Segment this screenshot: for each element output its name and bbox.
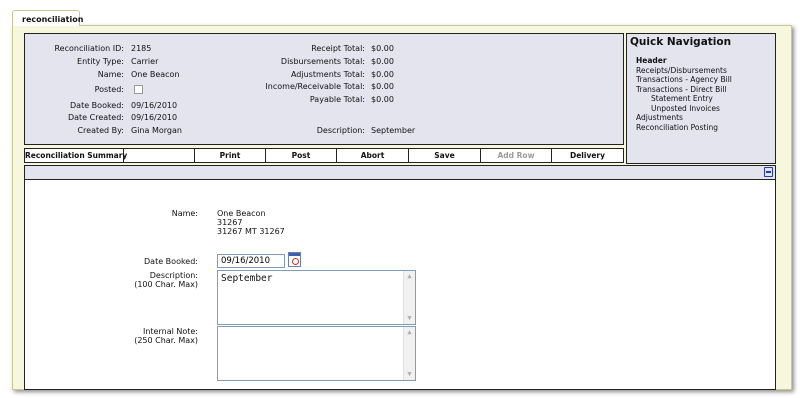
internal-note-textarea[interactable]: ▲ ▼ xyxy=(217,326,416,381)
disbursements-total-value: $0.00 xyxy=(371,57,394,66)
toolbar-spacer xyxy=(124,149,195,162)
receipt-total-label: Receipt Total: xyxy=(311,44,365,53)
nav-link-header[interactable]: Header xyxy=(636,56,732,66)
nav-link-unposted-invoices[interactable]: Unposted Invoices xyxy=(636,104,732,114)
post-button[interactable]: Post xyxy=(266,149,337,162)
form-internal-note-label: Internal Note: xyxy=(142,327,198,336)
date-booked-input[interactable] xyxy=(217,254,285,268)
scroll-down-icon[interactable]: ▼ xyxy=(404,313,415,324)
description-text: September xyxy=(221,273,273,284)
created-by-value: Gina Morgan xyxy=(131,126,182,135)
name-label: Name: xyxy=(97,70,124,79)
form-name-line-3: 31267 MT 31267 xyxy=(217,227,285,236)
form-internal-note-hint: (250 Char. Max) xyxy=(134,336,198,345)
disbursements-total-label: Disbursements Total: xyxy=(280,57,365,66)
form-name-line-2: 31267 xyxy=(217,218,243,227)
name-value: One Beacon xyxy=(131,70,180,79)
nav-link-adjustments[interactable]: Adjustments xyxy=(636,113,732,123)
action-toolbar: Reconciliation Summary Print Post Abort … xyxy=(24,148,624,163)
reconciliation-id-label: Reconciliation ID: xyxy=(54,44,124,53)
print-button[interactable]: Print xyxy=(195,149,266,162)
created-by-label: Created By: xyxy=(77,126,124,135)
form-name-line-1: One Beacon xyxy=(217,209,266,218)
description-value: September xyxy=(371,126,416,135)
entity-type-label: Entity Type: xyxy=(77,57,124,66)
add-row-button[interactable]: Add Row xyxy=(481,149,552,162)
entity-type-value: Carrier xyxy=(131,57,159,66)
scroll-up-icon[interactable]: ▲ xyxy=(404,271,415,282)
posted-label: Posted: xyxy=(94,85,124,94)
adjustments-total-value: $0.00 xyxy=(371,70,394,79)
adjustments-total-label: Adjustments Total: xyxy=(290,70,365,79)
minimize-icon[interactable] xyxy=(764,167,773,177)
posted-checkbox[interactable] xyxy=(134,85,143,94)
nav-link-reconciliation-posting[interactable]: Reconciliation Posting xyxy=(636,123,732,133)
form-description-hint: (100 Char. Max) xyxy=(134,280,198,289)
date-booked-value: 09/16/2010 xyxy=(131,101,178,110)
form-date-booked-label: Date Booked: xyxy=(144,257,198,266)
nav-link-receipts-disbursements[interactable]: Receipts/Disbursements xyxy=(636,66,732,76)
form-description-label: Description: xyxy=(149,271,198,280)
payable-total-value: $0.00 xyxy=(371,95,394,104)
income-receivable-total-label: Income/Receivable Total: xyxy=(265,82,365,91)
quick-navigation-title: Quick Navigation xyxy=(630,36,732,48)
quick-navigation-panel: Quick Navigation Header Receipts/Disburs… xyxy=(626,33,776,164)
delivery-button[interactable]: Delivery xyxy=(552,149,623,162)
nav-link-transactions-agency-bill[interactable]: Transactions - Agency Bill xyxy=(636,75,732,85)
reconciliation-summary-label: Reconciliation Summary xyxy=(25,149,128,162)
calendar-icon[interactable] xyxy=(288,252,301,267)
description-scrollbar[interactable]: ▲ ▼ xyxy=(403,271,415,324)
date-created-value: 09/16/2010 xyxy=(131,113,178,122)
description-label: Description: xyxy=(316,126,365,135)
payable-total-label: Payable Total: xyxy=(309,95,365,104)
nav-link-statement-entry[interactable]: Statement Entry xyxy=(636,94,732,104)
nav-link-transactions-direct-bill[interactable]: Transactions - Direct Bill xyxy=(636,85,732,95)
abort-button[interactable]: Abort xyxy=(337,149,409,162)
tab-reconciliation[interactable]: reconciliation xyxy=(12,10,83,26)
receipt-total-value: $0.00 xyxy=(371,44,394,53)
scroll-up-icon[interactable]: ▲ xyxy=(404,327,415,338)
save-button[interactable]: Save xyxy=(409,149,481,162)
reconciliation-id-value: 2185 xyxy=(131,44,152,53)
form-name-label: Name: xyxy=(171,209,198,218)
scroll-down-icon[interactable]: ▼ xyxy=(404,369,415,380)
income-receivable-total-value: $0.00 xyxy=(371,82,394,91)
internal-note-scrollbar[interactable]: ▲ ▼ xyxy=(403,327,415,380)
description-textarea[interactable]: September ▲ ▼ xyxy=(217,270,416,325)
section-header-bar xyxy=(24,165,776,180)
date-created-label: Date Created: xyxy=(67,113,124,122)
date-booked-label: Date Booked: xyxy=(70,101,124,110)
